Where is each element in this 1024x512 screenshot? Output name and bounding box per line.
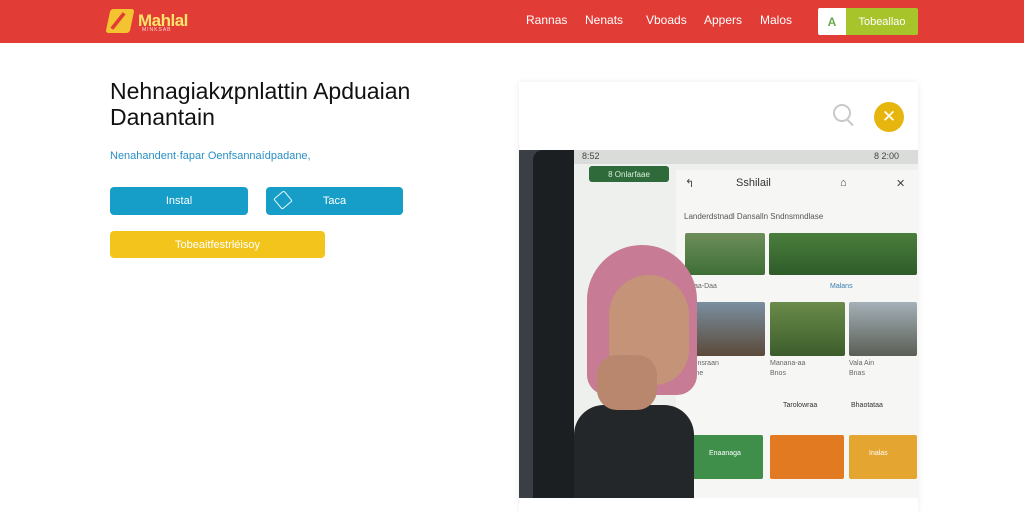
app-badge: 8 Onlarfaae [589,166,669,182]
page-title: Nehnagiakϰpnlattin Apduaian Danantain [110,78,411,130]
thumbnail [685,302,765,356]
search-icon[interactable] [833,104,851,122]
section-line: Landerdstnadl Dansalln Sndnsmndlase [684,212,824,221]
bottom-tile-label-3: Inalas [869,450,888,457]
person-hand [597,355,657,410]
download-icon-button[interactable]: A [818,8,846,35]
preview-photo: 8:52 8 2:00 8 Onlarfaae ↰ Sshilail ⌂ ✕ L… [519,150,918,498]
close-icon[interactable]: ✕ [874,102,904,132]
page-subtitle[interactable]: Nenahandent·fapar Oenfsannaídpadane, [110,150,311,162]
thumbnail [769,233,917,275]
secondary-cta-button[interactable]: Tobeaitfestrléisoy [110,231,325,258]
chip-2: Bhaotataa [851,402,883,409]
tag-icon [273,190,293,210]
caption-2: Manana-aa [770,360,806,367]
back-icon: ↰ [685,178,695,190]
nav-item-2[interactable]: Nenats [585,13,623,27]
chip-1: Tarolowraa [783,402,818,409]
row-label-right: Malans [830,283,853,290]
bottom-tile-label-1: Enaanaga [709,450,741,457]
caption-sub-3: Bnas [849,370,865,377]
person-body [574,405,694,498]
nav-item-1[interactable]: Rannas [526,13,567,27]
nav-item-3[interactable]: Vboads [646,13,687,27]
nav-item-5[interactable]: Malos [760,13,792,27]
logo-subtext: MINKSAB [142,27,172,33]
thumbnail [685,233,765,275]
thumbnail [849,302,917,356]
install-button[interactable]: Instal [110,187,248,215]
panel-title: Sshilail [736,177,771,189]
header-cta-button[interactable]: Tobeallao [846,8,918,35]
home-icon: ⌂ [840,177,847,189]
nav-item-4[interactable]: Appers [704,13,742,27]
bottom-tile-orange [770,435,844,479]
panel-close-icon: ✕ [896,178,906,190]
caption-sub-2: Bnos [770,370,786,377]
caption-3: Vala Ain [849,360,875,367]
thumbnail [770,302,845,356]
status-time: 8:52 [582,151,600,161]
tablet-status-bar: 8:52 8 2:00 [574,150,918,164]
status-clock: 8 2:00 [874,151,900,161]
bottom-tile-yellow [849,435,917,479]
tag-button-label: Taca [322,195,347,207]
logo-mark-icon [105,9,135,33]
tag-button[interactable]: Taca [266,187,403,215]
bottom-tile-green [685,435,763,479]
